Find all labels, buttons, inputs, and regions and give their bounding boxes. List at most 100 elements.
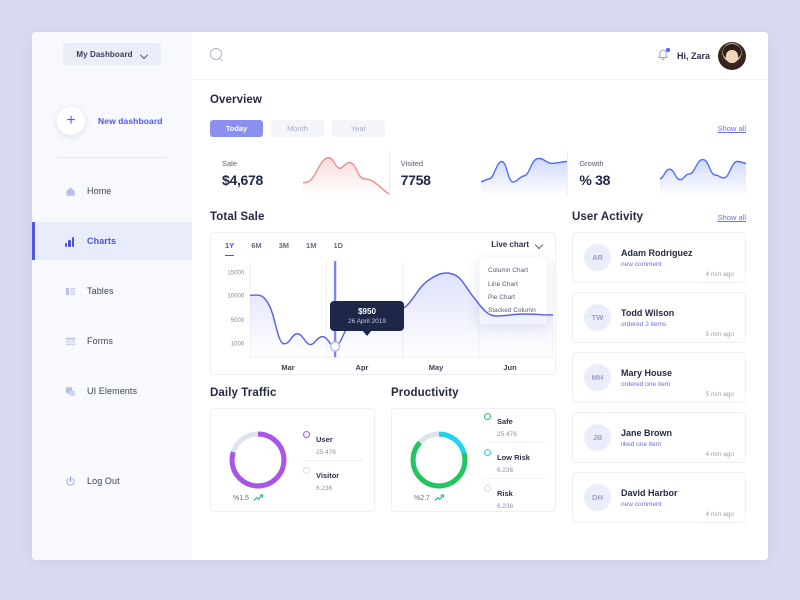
stat-meta: Growth % 38 — [579, 159, 610, 188]
live-chart-button[interactable]: Live chart — [491, 240, 543, 249]
daily-traffic-column: Daily Traffic User 25.476 Visitor 6.236 … — [210, 387, 375, 512]
activity-item[interactable]: AR Adam Rodriguez new comment 4 min ago — [572, 232, 746, 283]
trend-up-icon — [434, 494, 445, 501]
avatar[interactable] — [718, 41, 746, 70]
total-sale-title: Total Sale — [210, 211, 265, 223]
x-tick-label: Mar — [281, 363, 295, 372]
daily-traffic-legend: User 25.476 Visitor 6.236 — [291, 425, 364, 496]
live-chart-dropdown: Live chart Column Chart Line Chart Pie C… — [479, 240, 547, 324]
tab-today[interactable]: Today — [210, 120, 263, 137]
layers-icon — [65, 386, 76, 397]
activity-item[interactable]: TW Todd Wilson ordered 2 items 5 min ago — [572, 292, 746, 343]
stat-label: Growth — [579, 158, 604, 168]
legend-name: User — [316, 434, 333, 444]
content: Overview Today Month Year Show all Sale … — [192, 80, 768, 560]
legend-value: 6.236 — [497, 502, 514, 510]
avatar-initials: JB — [584, 424, 611, 451]
legend-text: User 25.476 — [316, 429, 336, 456]
productivity-card: Safe 25.476 Low Risk 6.236 Risk 6.236 %2… — [391, 408, 556, 512]
legend-dot-low-risk — [484, 448, 491, 456]
overview-tabs: Today Month Year Show all — [210, 120, 746, 137]
avatar-initials: MH — [584, 364, 611, 391]
legend-text: Risk 6.236 — [497, 483, 513, 510]
activity-item[interactable]: DH David Harbor new comment 4 min ago — [572, 472, 746, 523]
tab-year[interactable]: Year — [332, 120, 385, 137]
activity-time: 4 min ago — [705, 511, 734, 518]
tooltip-date: 26 April 2019 — [348, 318, 386, 325]
activity-time: 4 min ago — [705, 451, 734, 458]
total-sale-card: 1Y 6M 3M 1M 1D Live chart Column Chart L… — [210, 232, 556, 375]
dashboard-app: My Dashboard + New dashboard Home Charts — [32, 32, 768, 560]
avatar-initials: AR — [584, 244, 611, 271]
tab-month[interactable]: Month — [271, 120, 324, 137]
stat-card-visited: Visited 7758 — [388, 147, 568, 199]
sidebar-item-label: Charts — [87, 236, 117, 246]
search-icon[interactable] — [210, 48, 225, 63]
stat-card-sale: Sale $4,678 — [210, 147, 389, 199]
sidebar-item-forms[interactable]: Forms — [32, 322, 192, 360]
dashboard-selector[interactable]: My Dashboard — [63, 43, 161, 65]
svg-text:5000: 5000 — [231, 318, 245, 324]
daily-traffic-title: Daily Traffic — [210, 387, 277, 399]
x-tick-label: May — [428, 363, 444, 372]
user-activity-header: User Activity Show all — [572, 211, 746, 223]
legend-dot-risk — [484, 484, 491, 492]
legend-value: 6.236 — [316, 484, 333, 492]
stat-label: Sale — [222, 158, 238, 168]
topbar: Hi, Zara — [192, 32, 768, 80]
legend-name: Safe — [497, 416, 513, 426]
user-activity-show-all-link[interactable]: Show all — [718, 213, 746, 222]
stat-value: 7758 — [400, 171, 431, 188]
topbar-right: Hi, Zara — [657, 41, 746, 70]
sidebar-item-label: Tables — [87, 286, 114, 296]
left-column: Total Sale 1Y 6M 3M 1M 1D Live chart Col… — [210, 199, 556, 523]
sidebar-item-label: Home — [87, 186, 112, 196]
new-dashboard-button[interactable]: + New dashboard — [32, 107, 192, 135]
stat-label: Visited — [400, 158, 424, 168]
legend-text: Low Risk 6.236 — [497, 447, 530, 474]
range-tab-3m[interactable]: 3M — [279, 241, 289, 256]
activity-name: Todd Wilson — [621, 307, 675, 318]
activity-item[interactable]: MH Mary House ordered one item 5 min ago — [572, 352, 746, 403]
sidebar-item-logout[interactable]: Log Out — [32, 462, 192, 500]
stat-value: % 38 — [579, 171, 611, 188]
activity-item[interactable]: JB Jane Brown liked one item 4 min ago — [572, 412, 746, 463]
trend-percent: %1.5 — [233, 494, 249, 502]
svg-text:15000: 15000 — [227, 271, 244, 277]
svg-text:10000: 10000 — [227, 293, 244, 299]
activity-info: Jane Brown liked one item — [621, 428, 695, 448]
trend-percent: %2.7 — [414, 494, 430, 502]
sidebar-divider — [57, 157, 167, 158]
activity-time: 4 min ago — [705, 271, 734, 278]
daily-traffic-card: User 25.476 Visitor 6.236 %1.5 — [210, 408, 375, 512]
avatar-initials: TW — [584, 304, 611, 331]
sidebar-item-tables[interactable]: Tables — [32, 272, 192, 310]
range-tab-1d[interactable]: 1D — [333, 241, 343, 256]
range-tab-6m[interactable]: 6M — [251, 241, 261, 256]
activity-name: Jane Brown — [621, 427, 673, 438]
activity-action: new comment — [621, 260, 662, 268]
power-icon — [65, 476, 76, 487]
productivity-trend: %2.7 — [414, 494, 447, 502]
legend-item: Safe 25.476 — [484, 407, 545, 442]
table-icon — [65, 286, 76, 297]
trend-up-icon — [253, 494, 264, 501]
tooltip-value: $950 — [358, 307, 376, 316]
chart-tooltip: $950 26 April 2019 — [330, 301, 404, 336]
legend-dot-visitor — [303, 466, 310, 474]
sidebar-item-charts[interactable]: Charts — [32, 222, 192, 260]
bell-icon[interactable] — [657, 48, 670, 62]
svg-text:1000: 1000 — [231, 341, 245, 347]
range-tab-1m[interactable]: 1M — [306, 241, 316, 256]
daily-traffic-trend: %1.5 — [233, 494, 266, 502]
sidebar-item-ui-elements[interactable]: UI Elements — [32, 372, 192, 410]
user-activity-title: User Activity — [572, 211, 644, 223]
sparkline-sale — [302, 156, 389, 196]
range-tab-1y[interactable]: 1Y — [225, 241, 235, 256]
sidebar-item-home[interactable]: Home — [32, 172, 192, 210]
overview-show-all-link[interactable]: Show all — [718, 124, 746, 133]
legend-item: Visitor 6.236 — [303, 459, 364, 496]
activity-action: ordered 2 items — [621, 320, 667, 328]
legend-text: Safe 25.476 — [497, 411, 517, 438]
total-sale-chart: 15000 10000 5000 1000 $950 26 April 2019… — [211, 259, 555, 374]
